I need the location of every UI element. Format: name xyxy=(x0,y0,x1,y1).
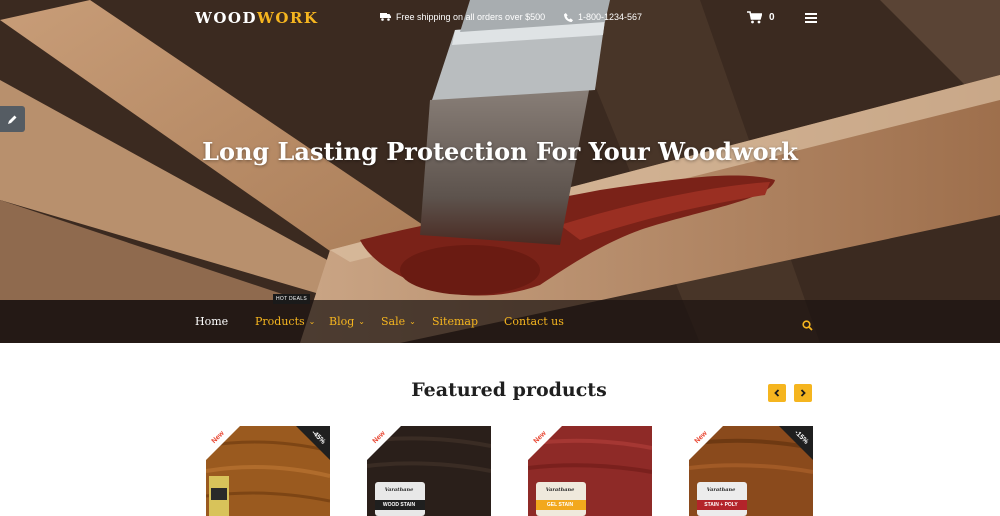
cart-icon xyxy=(747,11,762,24)
main-nav: Home Products ⌄ Blog ⌄ Sale ⌄ Sitemap Co… xyxy=(0,300,1000,343)
product-image-oak-swatch xyxy=(206,426,330,516)
phone-info[interactable]: 1-800-1234-567 xyxy=(564,12,642,22)
phone-icon xyxy=(564,12,573,22)
can-label: WOOD STAIN xyxy=(382,502,416,508)
carousel-next-button[interactable] xyxy=(794,384,812,402)
can-brand: Varathane xyxy=(384,487,414,493)
product-card[interactable]: New -15% Varathane STAIN + POLY xyxy=(689,426,813,516)
nav-label: Home xyxy=(195,315,229,328)
search-icon[interactable] xyxy=(802,316,813,335)
edit-tab[interactable] xyxy=(0,106,25,132)
nav-label: Products xyxy=(255,315,305,328)
hamburger-menu-icon[interactable] xyxy=(805,13,817,23)
chevron-down-icon: ⌄ xyxy=(409,317,416,326)
product-card[interactable]: New Varathane WOOD STAIN xyxy=(367,426,491,516)
nav-label: Contact us xyxy=(504,315,564,328)
nav-label: Sitemap xyxy=(432,315,479,328)
hero-image xyxy=(0,0,1000,343)
nav-item-blog[interactable]: Blog ⌄ xyxy=(329,315,365,328)
chevron-down-icon: ⌄ xyxy=(358,317,365,326)
chevron-down-icon: ⌄ xyxy=(308,317,316,326)
hot-deals-badge: HOT DEALS xyxy=(273,294,310,304)
nav-item-contact[interactable]: Contact us xyxy=(504,315,564,328)
truck-icon xyxy=(380,13,391,21)
carousel-prev-button[interactable] xyxy=(768,384,786,402)
chevron-right-icon xyxy=(800,389,806,397)
nav-label: Blog xyxy=(329,315,355,328)
site-logo[interactable]: WOODWORK xyxy=(195,9,318,27)
logo-text-wood: WOOD xyxy=(195,9,257,27)
section-title-featured: Featured products xyxy=(411,379,607,401)
pencil-icon xyxy=(8,115,17,124)
can-label: STAIN + POLY xyxy=(704,502,738,508)
nav-item-sale[interactable]: Sale ⌄ xyxy=(381,315,416,328)
cart-button[interactable]: 0 xyxy=(747,11,775,24)
nav-item-products[interactable]: Products ⌄ xyxy=(255,315,315,328)
hero-banner: WOODWORK Free shipping on all orders ove… xyxy=(0,0,1000,343)
nav-label: Sale xyxy=(381,315,406,328)
hero-headline: Long Lasting Protection For Your Woodwor… xyxy=(202,137,798,166)
can-label: GEL STAIN xyxy=(546,502,574,508)
cart-count: 0 xyxy=(769,12,775,23)
product-card[interactable]: New Varathane GEL STAIN xyxy=(528,426,652,516)
product-card[interactable]: New -45% xyxy=(206,426,330,516)
shipping-info: Free shipping on all orders over $500 xyxy=(380,12,545,22)
logo-text-work: WORK xyxy=(257,9,319,27)
can-brand: Varathane xyxy=(545,487,575,493)
shipping-text: Free shipping on all orders over $500 xyxy=(396,12,546,22)
can-brand: Varathane xyxy=(706,487,736,493)
chevron-left-icon xyxy=(774,389,780,397)
nav-item-home[interactable]: Home xyxy=(195,315,228,328)
nav-item-sitemap[interactable]: Sitemap xyxy=(432,315,478,328)
phone-number: 1-800-1234-567 xyxy=(578,12,643,22)
